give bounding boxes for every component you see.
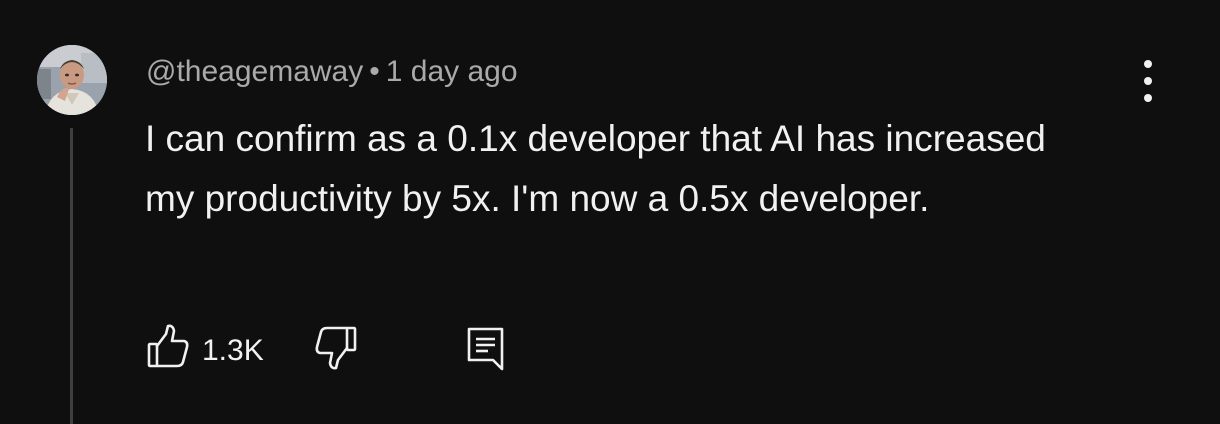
like-count: 1.3K — [202, 334, 264, 367]
comment-header: @theagemaway • 1 day ago — [146, 54, 518, 90]
kebab-dot — [1144, 77, 1152, 85]
reply-comment-icon — [467, 327, 504, 371]
header-separator: • — [369, 55, 380, 88]
avatar[interactable] — [37, 45, 107, 115]
more-vertical-icon[interactable] — [1134, 60, 1162, 102]
comment-timestamp[interactable]: 1 day ago — [386, 55, 518, 88]
dislike-button[interactable] — [312, 320, 360, 374]
comment-text: I can confirm as a 0.1x developer that A… — [145, 118, 1046, 219]
avatar-image — [37, 45, 107, 115]
kebab-dot — [1144, 94, 1152, 102]
thread-line — [70, 128, 73, 424]
like-button[interactable] — [146, 320, 194, 374]
thumbs-down-icon — [315, 326, 357, 370]
thumbs-up-icon — [147, 324, 189, 368]
author-handle[interactable]: @theagemaway — [146, 55, 363, 88]
kebab-dot — [1144, 60, 1152, 68]
reply-button[interactable] — [462, 320, 510, 374]
